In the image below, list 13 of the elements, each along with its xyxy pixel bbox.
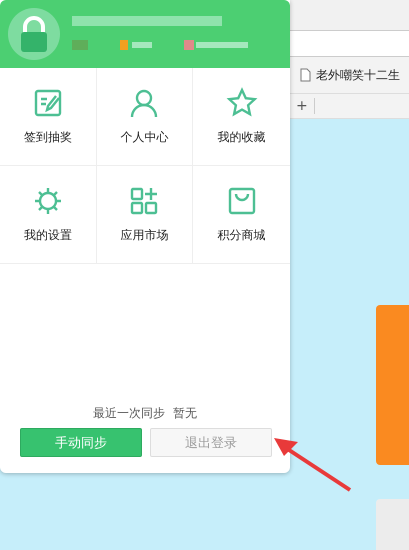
address-bar[interactable] [290, 30, 409, 57]
menu-tile[interactable]: 积分商城 [193, 166, 290, 264]
menu-tile[interactable]: 我的设置 [0, 166, 97, 264]
page-card [376, 499, 409, 550]
menu-tile[interactable]: 应用市场 [96, 166, 194, 264]
menu-tile[interactable]: 个人中心 [96, 68, 194, 166]
document-icon [300, 68, 311, 82]
star-icon [226, 87, 258, 119]
new-tab-button[interactable]: + [290, 98, 315, 114]
menu-tile[interactable]: 签到抽奖 [0, 68, 97, 166]
last-sync-text: 最近一次同步 暂无 [92, 405, 198, 422]
avatar-lock-icon [6, 6, 62, 62]
menu-tile[interactable]: 我的收藏 [193, 68, 290, 166]
